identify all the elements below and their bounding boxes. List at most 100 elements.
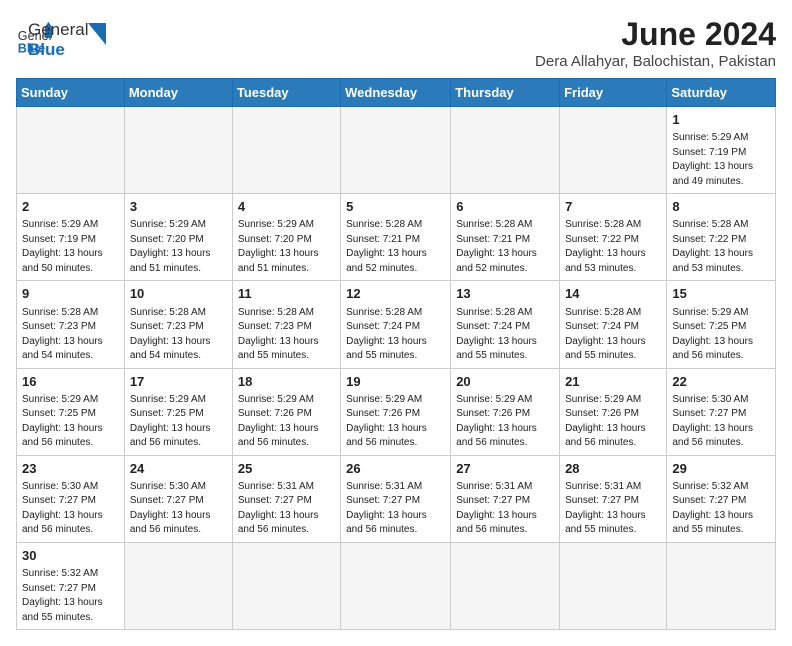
day-info: Sunrise: 5:29 AM Sunset: 7:25 PM Dayligh… (130, 393, 227, 451)
week-row-1: 2 Sunrise: 5:29 AM Sunset: 7:19 PM Daylig… (17, 194, 776, 281)
day-info: Sunrise: 5:28 AM Sunset: 7:21 PM Dayligh… (346, 218, 445, 276)
day-number: 18 (238, 373, 335, 391)
day-info: Sunrise: 5:29 AM Sunset: 7:19 PM Dayligh… (672, 131, 770, 189)
calendar-cell: 10Sunrise: 5:28 AM Sunset: 7:23 PM Dayli… (124, 281, 232, 368)
calendar-cell: 16 Sunrise: 5:29 AM Sunset: 7:25 PM Dayli… (17, 368, 125, 455)
day-info: Sunrise: 5:29 AM Sunset: 7:20 PM Dayligh… (238, 218, 335, 276)
day-number: 1 (672, 111, 770, 129)
calendar-cell (124, 542, 232, 629)
logo-blue: Blue (28, 40, 88, 60)
day-info: Sunrise: 5:29 AM Sunset: 7:19 PM Dayligh… (22, 218, 119, 276)
calendar-cell (232, 542, 340, 629)
logo: General Blue General Blue (16, 16, 106, 59)
calendar-cell: 9Sunrise: 5:28 AM Sunset: 7:23 PM Daylig… (17, 281, 125, 368)
calendar-cell (124, 107, 232, 194)
day-number: 17 (130, 373, 227, 391)
calendar-cell: 28 Sunrise: 5:31 AM Sunset: 7:27 PM Dayli… (560, 455, 667, 542)
calendar-cell: 14 Sunrise: 5:28 AM Sunset: 7:24 PM Dayli… (560, 281, 667, 368)
day-number: 27 (456, 460, 554, 478)
day-info: Sunrise: 5:28 AM Sunset: 7:22 PM Dayligh… (565, 218, 661, 276)
day-info: Sunrise: 5:28 AM Sunset: 7:23 PM Dayligh… (130, 306, 227, 364)
calendar-cell (341, 542, 451, 629)
calendar-cell: 6 Sunrise: 5:28 AM Sunset: 7:21 PM Daylig… (451, 194, 560, 281)
day-info: Sunrise: 5:28 AM Sunset: 7:22 PM Dayligh… (672, 218, 770, 276)
day-info: Sunrise: 5:29 AM Sunset: 7:20 PM Dayligh… (130, 218, 227, 276)
day-info: Sunrise: 5:30 AM Sunset: 7:27 PM Dayligh… (672, 393, 770, 451)
calendar-cell (341, 107, 451, 194)
location: Dera Allahyar, Balochistan, Pakistan (535, 53, 776, 70)
week-row-4: 23 Sunrise: 5:30 AM Sunset: 7:27 PM Dayli… (17, 455, 776, 542)
calendar-cell: 29Sunrise: 5:32 AM Sunset: 7:27 PM Dayli… (667, 455, 776, 542)
calendar-cell: 24Sunrise: 5:30 AM Sunset: 7:27 PM Dayli… (124, 455, 232, 542)
day-info: Sunrise: 5:28 AM Sunset: 7:24 PM Dayligh… (346, 306, 445, 364)
calendar-cell: 17 Sunrise: 5:29 AM Sunset: 7:25 PM Dayli… (124, 368, 232, 455)
day-info: Sunrise: 5:32 AM Sunset: 7:27 PM Dayligh… (672, 480, 770, 538)
day-number: 16 (22, 373, 119, 391)
week-row-3: 16 Sunrise: 5:29 AM Sunset: 7:25 PM Dayli… (17, 368, 776, 455)
day-info: Sunrise: 5:31 AM Sunset: 7:27 PM Dayligh… (456, 480, 554, 538)
weekday-header-friday: Friday (560, 79, 667, 107)
calendar-cell (667, 542, 776, 629)
day-number: 26 (346, 460, 445, 478)
day-info: Sunrise: 5:32 AM Sunset: 7:27 PM Dayligh… (22, 567, 119, 625)
month-title: June 2024 (535, 16, 776, 53)
weekday-header-wednesday: Wednesday (341, 79, 451, 107)
day-number: 20 (456, 373, 554, 391)
day-info: Sunrise: 5:29 AM Sunset: 7:25 PM Dayligh… (22, 393, 119, 451)
day-number: 6 (456, 198, 554, 216)
calendar-cell: 8 Sunrise: 5:28 AM Sunset: 7:22 PM Daylig… (667, 194, 776, 281)
calendar-cell: 18Sunrise: 5:29 AM Sunset: 7:26 PM Dayli… (232, 368, 340, 455)
calendar-cell: 4Sunrise: 5:29 AM Sunset: 7:20 PM Daylig… (232, 194, 340, 281)
calendar-cell (451, 107, 560, 194)
calendar-cell: 23 Sunrise: 5:30 AM Sunset: 7:27 PM Dayli… (17, 455, 125, 542)
day-info: Sunrise: 5:30 AM Sunset: 7:27 PM Dayligh… (22, 480, 119, 538)
page-header: General Blue General Blue June 2024 Dera… (16, 16, 776, 70)
title-block: June 2024 Dera Allahyar, Balochistan, Pa… (535, 16, 776, 70)
day-info: Sunrise: 5:28 AM Sunset: 7:23 PM Dayligh… (22, 306, 119, 364)
day-info: Sunrise: 5:31 AM Sunset: 7:27 PM Dayligh… (238, 480, 335, 538)
week-row-5: 30Sunrise: 5:32 AM Sunset: 7:27 PM Dayli… (17, 542, 776, 629)
weekday-header-row: SundayMondayTuesdayWednesdayThursdayFrid… (17, 79, 776, 107)
calendar-cell: 15Sunrise: 5:29 AM Sunset: 7:25 PM Dayli… (667, 281, 776, 368)
logo-general: General (28, 20, 88, 40)
day-number: 23 (22, 460, 119, 478)
calendar-cell: 25Sunrise: 5:31 AM Sunset: 7:27 PM Dayli… (232, 455, 340, 542)
calendar-cell: 27 Sunrise: 5:31 AM Sunset: 7:27 PM Dayli… (451, 455, 560, 542)
day-info: Sunrise: 5:28 AM Sunset: 7:23 PM Dayligh… (238, 306, 335, 364)
day-number: 28 (565, 460, 661, 478)
calendar-cell: 19 Sunrise: 5:29 AM Sunset: 7:26 PM Dayli… (341, 368, 451, 455)
weekday-header-sunday: Sunday (17, 79, 125, 107)
day-info: Sunrise: 5:28 AM Sunset: 7:24 PM Dayligh… (565, 306, 661, 364)
day-info: Sunrise: 5:28 AM Sunset: 7:21 PM Dayligh… (456, 218, 554, 276)
day-number: 13 (456, 285, 554, 303)
day-info: Sunrise: 5:31 AM Sunset: 7:27 PM Dayligh… (565, 480, 661, 538)
calendar-cell (17, 107, 125, 194)
week-row-2: 9Sunrise: 5:28 AM Sunset: 7:23 PM Daylig… (17, 281, 776, 368)
day-number: 24 (130, 460, 227, 478)
day-number: 19 (346, 373, 445, 391)
day-number: 21 (565, 373, 661, 391)
calendar-cell: 3 Sunrise: 5:29 AM Sunset: 7:20 PM Daylig… (124, 194, 232, 281)
weekday-header-tuesday: Tuesday (232, 79, 340, 107)
calendar-cell: 13 Sunrise: 5:28 AM Sunset: 7:24 PM Dayli… (451, 281, 560, 368)
calendar-cell: 12Sunrise: 5:28 AM Sunset: 7:24 PM Dayli… (341, 281, 451, 368)
day-number: 22 (672, 373, 770, 391)
day-number: 2 (22, 198, 119, 216)
day-info: Sunrise: 5:28 AM Sunset: 7:24 PM Dayligh… (456, 306, 554, 364)
logo-triangle-icon (88, 23, 106, 45)
calendar-cell: 30Sunrise: 5:32 AM Sunset: 7:27 PM Dayli… (17, 542, 125, 629)
day-number: 14 (565, 285, 661, 303)
weekday-header-thursday: Thursday (451, 79, 560, 107)
day-number: 15 (672, 285, 770, 303)
day-number: 8 (672, 198, 770, 216)
weekday-header-monday: Monday (124, 79, 232, 107)
calendar-cell: 21Sunrise: 5:29 AM Sunset: 7:26 PM Dayli… (560, 368, 667, 455)
calendar-cell: 2 Sunrise: 5:29 AM Sunset: 7:19 PM Daylig… (17, 194, 125, 281)
calendar-cell (451, 542, 560, 629)
day-info: Sunrise: 5:29 AM Sunset: 7:26 PM Dayligh… (346, 393, 445, 451)
calendar-cell: 20Sunrise: 5:29 AM Sunset: 7:26 PM Dayli… (451, 368, 560, 455)
calendar-cell: 7Sunrise: 5:28 AM Sunset: 7:22 PM Daylig… (560, 194, 667, 281)
calendar-cell: 11Sunrise: 5:28 AM Sunset: 7:23 PM Dayli… (232, 281, 340, 368)
day-number: 3 (130, 198, 227, 216)
day-number: 5 (346, 198, 445, 216)
